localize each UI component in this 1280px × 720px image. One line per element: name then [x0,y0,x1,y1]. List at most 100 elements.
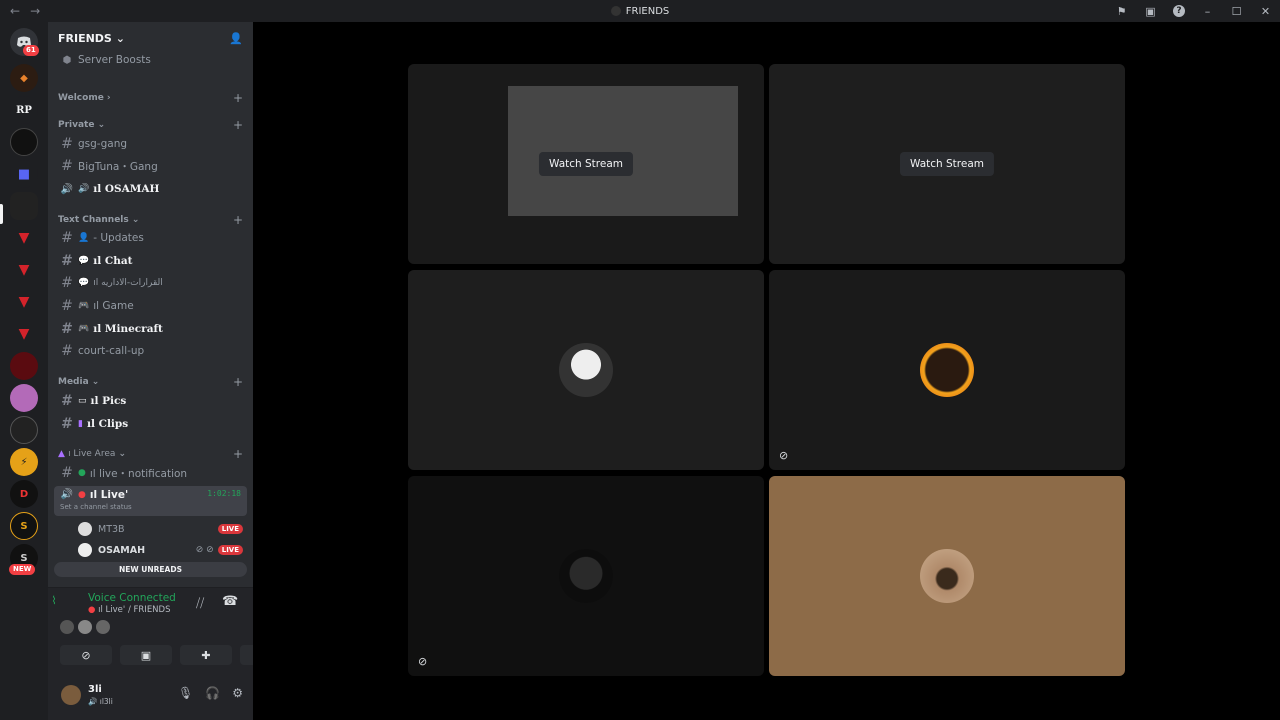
avatar[interactable] [78,620,92,634]
add-channel-icon[interactable]: + [233,447,243,461]
participant-tile-2[interactable]: ⊘ [769,270,1125,470]
add-channel-icon[interactable]: + [233,91,243,105]
voice-channel-osamah[interactable]: 🔊 🔊 ıl OSAMAH [54,179,247,199]
voice-user-row[interactable]: MT3B LIVE [78,520,243,538]
server-icon-red-1[interactable]: ▼ [10,224,38,252]
channel-label: ıl OSAMAH [93,183,160,195]
server-icon-red-4[interactable]: ▼ [10,320,38,348]
channel-label: ıl القرارات-الاداريه [93,278,163,288]
folder-icon[interactable]: ■ [10,160,38,188]
server-icon-orange[interactable]: ◆ [10,64,38,92]
server-icon-pink[interactable] [10,384,38,412]
server-icon-rp[interactable]: RP [10,96,38,124]
stream-tile-mt3b[interactable]: Watch Stream [408,64,764,264]
selected-server-pill [0,204,3,224]
channel-clips[interactable]: # ▮ ıl Clips [54,414,247,434]
participant-avatar [559,343,613,397]
voice-user-row[interactable]: OSAMAH ⊘ ⊘ LIVE [78,541,243,559]
voice-status[interactable]: Voice Connected [88,592,176,604]
home-discord-icon[interactable]: 61 [10,28,39,56]
activities-button[interactable]: ✚ [180,645,232,665]
voice-participant-avatars [60,620,110,634]
channel-live-notification[interactable]: # ● ıl live・notification [54,463,247,483]
speaker-icon: 🔊 [88,697,98,706]
microphone-icon[interactable]: 🎙 [178,686,193,700]
server-icon-red-3[interactable]: ▼ [10,288,38,316]
participant-tile-3[interactable]: ⊘ [408,476,764,676]
avatar[interactable] [60,620,74,634]
invite-user-icon[interactable]: 👤 [229,32,243,45]
voice-channel-link[interactable]: ● ıl Live' / FRIENDS [88,605,170,615]
server-icon-ds[interactable]: D [10,480,38,508]
server-icon-red-2[interactable]: ▼ [10,256,38,284]
server-icon-gold[interactable]: ⚡ [10,448,38,476]
server-icon-sf[interactable]: S [10,512,38,540]
channel-chat[interactable]: # 💬 ıl Chat [54,251,247,271]
category-private[interactable]: Private ⌄ + [58,118,243,132]
participant-tile-1[interactable] [408,270,764,470]
disconnect-icon[interactable]: ☎ [222,594,238,609]
avatar[interactable] [96,620,110,634]
speaker-icon: 🔊 [60,489,74,500]
share-screen-button[interactable]: ▣ [120,645,172,665]
server-icon-friends[interactable] [10,192,38,220]
forward-arrow-icon[interactable]: → [30,4,40,18]
category-label: ı Live Area [68,449,116,459]
category-live-area[interactable]: ▲ ı Live Area ⌄ + [58,447,243,461]
category-media[interactable]: Media ⌄ + [58,375,243,389]
live-area-icon: ▲ [58,449,65,459]
channel-label: BigTuna・Gang [78,160,158,173]
category-text-channels[interactable]: Text Channels ⌄ + [58,213,243,227]
channel-bigtuna-gang[interactable]: # BigTuna・Gang [54,156,247,176]
hash-icon: # [61,465,73,481]
voice-channel-label: ıl Live' / FRIENDS [98,605,171,615]
channel-pics[interactable]: # ▭ ıl Pics [54,391,247,411]
muted-icons: ⊘ ⊘ [195,545,214,555]
screen-share-icon[interactable]: ▣ [1136,5,1165,18]
channel-updates[interactable]: # 👤 - Updates [54,228,247,248]
inbox-flag-icon[interactable]: ⚑ [1107,5,1136,18]
back-arrow-icon[interactable]: ← [10,4,20,18]
voice-channel-live[interactable]: 🔊 ● ıl Live' Set a channel status 1:02:1… [54,486,247,516]
red-circle-icon: ● [88,605,96,615]
add-channel-icon[interactable]: + [233,118,243,132]
hash-icon: # [61,321,73,337]
watch-stream-button[interactable]: Watch Stream [899,152,995,176]
avatar [78,543,92,557]
server-icon [610,6,621,16]
new-unreads-bar[interactable]: NEW UNREADS [54,562,247,577]
camera-off-button[interactable]: ⊘ [60,645,112,665]
server-icon-crimson[interactable] [10,352,38,380]
noise-suppression-icon[interactable]: ⧸⧸ [196,596,204,611]
red-circle-icon: ● [78,490,86,500]
channel-minecraft[interactable]: # 🎮 ıl Minecraft [54,319,247,339]
settings-gear-icon[interactable]: ⚙ [232,686,243,700]
headphones-icon[interactable]: 🎧 [205,686,220,700]
add-channel-icon[interactable]: + [233,213,243,227]
channel-label: ıl Pics [90,395,127,407]
minimize-button[interactable]: – [1193,5,1222,18]
participant-tile-4[interactable] [769,476,1125,676]
channel-arabic[interactable]: # 💬 ıl القرارات-الاداريه [54,273,247,293]
participant-avatar [920,343,974,397]
help-icon[interactable]: ? [1173,5,1185,17]
channel-game[interactable]: # 🎮 ıl Game [54,296,247,316]
user-avatar[interactable] [61,685,81,705]
close-button[interactable]: ✕ [1251,5,1280,18]
boost-icon: ⬢ [62,54,72,66]
user-name[interactable]: 3li [88,684,102,695]
add-channel-icon[interactable]: + [233,375,243,389]
category-label: Private [58,120,95,130]
channel-status-input[interactable]: Set a channel status [60,503,132,511]
server-icon-dark[interactable] [10,128,38,156]
stream-tile-osamah[interactable]: Watch Stream [769,64,1125,264]
live-badge: LIVE [217,545,243,555]
channel-court-call-up[interactable]: # court-call-up [54,341,247,361]
server-boosts-item[interactable]: ⬢ Server Boosts [54,50,247,70]
category-welcome[interactable]: Welcome › + [58,91,243,105]
watch-stream-button[interactable]: Watch Stream [538,152,634,176]
signal-icon[interactable]: ⌇ [48,594,60,607]
maximize-button[interactable]: ☐ [1222,5,1251,18]
channel-gsg-gang[interactable]: # gsg-gang [54,134,247,154]
server-icon-gray[interactable] [10,416,38,444]
